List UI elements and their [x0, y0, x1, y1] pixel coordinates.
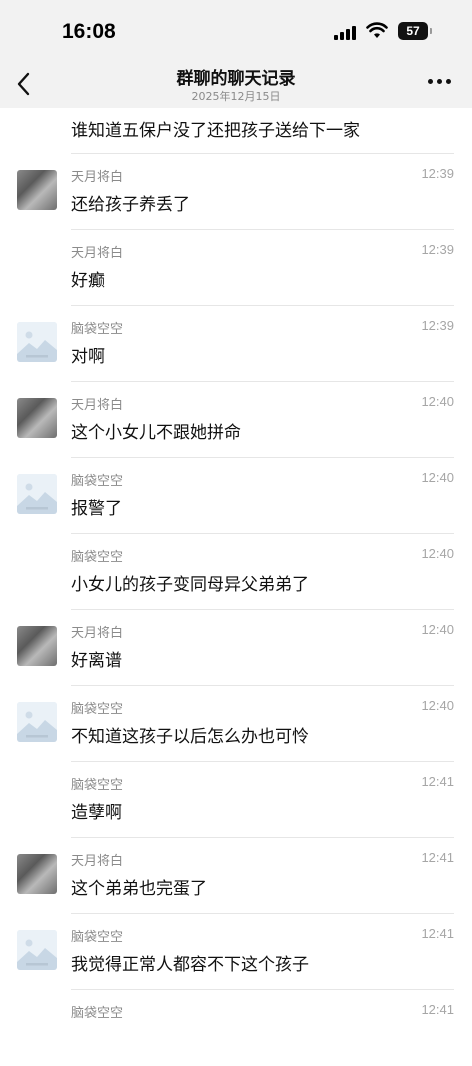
list-item: 谁知道五保户没了还把孩子送给下一家 [0, 108, 472, 154]
message-time: 12:40 [421, 698, 454, 713]
avatar[interactable] [17, 854, 57, 894]
message-time: 12:40 [421, 622, 454, 637]
message-row: 脑袋空空 12:41 我觉得正常人都容不下这个孩子 [0, 914, 472, 990]
avatar[interactable] [17, 626, 57, 666]
message-row: 脑袋空空 12:40 报警了 [0, 458, 472, 534]
message-text: 谁知道五保户没了还把孩子送给下一家 [71, 121, 360, 141]
message-row: 脑袋空空 12:40 不知道这孩子以后怎么办也可怜 [0, 686, 472, 762]
status-bar: 16:08 57 [0, 0, 472, 62]
sender-name: 天月将白 [71, 626, 124, 641]
sender-name: 天月将白 [71, 854, 124, 869]
sender-name: 脑袋空空 [71, 474, 124, 489]
sender-name: 脑袋空空 [71, 1006, 124, 1021]
message-row: 脑袋空空 12:41 [0, 990, 472, 1066]
image-placeholder-icon [17, 322, 57, 362]
message-time: 12:39 [421, 242, 454, 257]
message-time: 12:40 [421, 470, 454, 485]
message-text: 还给孩子养丢了 [71, 195, 190, 215]
message-text: 造孽啊 [71, 803, 122, 823]
sender-name: 脑袋空空 [71, 930, 124, 945]
message-time: 12:40 [421, 394, 454, 409]
message-row: 天月将白 12:40 好离谱 [0, 610, 472, 686]
status-time: 16:08 [62, 20, 116, 43]
message-text: 对啊 [71, 347, 105, 367]
sender-name: 脑袋空空 [71, 322, 124, 337]
message-text: 我觉得正常人都容不下这个孩子 [71, 955, 309, 975]
message-text: 报警了 [71, 499, 122, 519]
sender-name: 天月将白 [71, 398, 124, 413]
message-text: 不知道这孩子以后怎么办也可怜 [71, 727, 309, 747]
signal-icon [334, 26, 356, 40]
avatar[interactable] [17, 170, 57, 210]
message-text: 好离谱 [71, 651, 122, 671]
message-row: 天月将白 12:39 好癫 [0, 230, 472, 306]
message-row: 天月将白 12:40 这个小女儿不跟她拼命 [0, 382, 472, 458]
sender-name: 脑袋空空 [71, 702, 124, 717]
message-text: 这个弟弟也完蛋了 [71, 879, 207, 899]
avatar[interactable] [17, 930, 57, 970]
message-row: 脑袋空空 12:39 对啊 [0, 306, 472, 382]
avatar[interactable] [17, 474, 57, 514]
message-row: 脑袋空空 12:40 小女儿的孩子变同母异父弟弟了 [0, 534, 472, 610]
message-time: 12:39 [421, 318, 454, 333]
avatar[interactable] [17, 398, 57, 438]
battery-icon: 57 [398, 22, 432, 40]
message-time: 12:39 [421, 166, 454, 181]
image-placeholder-icon [17, 474, 57, 514]
sender-name: 脑袋空空 [71, 778, 124, 793]
page-subtitle: 2025年12月15日 [191, 90, 281, 103]
page-title: 群聊的聊天记录 [176, 69, 296, 89]
nav-bar: 群聊的聊天记录 2025年12月15日 [0, 62, 472, 108]
image-placeholder-icon [17, 930, 57, 970]
message-time: 12:41 [421, 926, 454, 941]
message-time: 12:41 [421, 1002, 454, 1017]
message-time: 12:40 [421, 546, 454, 561]
sender-name: 脑袋空空 [71, 550, 124, 565]
message-time: 12:41 [421, 774, 454, 789]
message-text: 小女儿的孩子变同母异父弟弟了 [71, 575, 309, 595]
message-row: 脑袋空空 12:41 造孽啊 [0, 762, 472, 838]
wifi-icon [366, 22, 388, 38]
message-text: 这个小女儿不跟她拼命 [71, 423, 241, 443]
sender-name: 天月将白 [71, 170, 124, 185]
message-row: 天月将白 12:41 这个弟弟也完蛋了 [0, 838, 472, 914]
message-text: 好癫 [71, 271, 105, 291]
image-placeholder-icon [17, 702, 57, 742]
avatar[interactable] [17, 322, 57, 362]
message-time: 12:41 [421, 850, 454, 865]
message-row: 天月将白 12:39 还给孩子养丢了 [0, 154, 472, 230]
avatar[interactable] [17, 702, 57, 742]
more-dots-icon[interactable] [428, 79, 451, 84]
sender-name: 天月将白 [71, 246, 124, 261]
